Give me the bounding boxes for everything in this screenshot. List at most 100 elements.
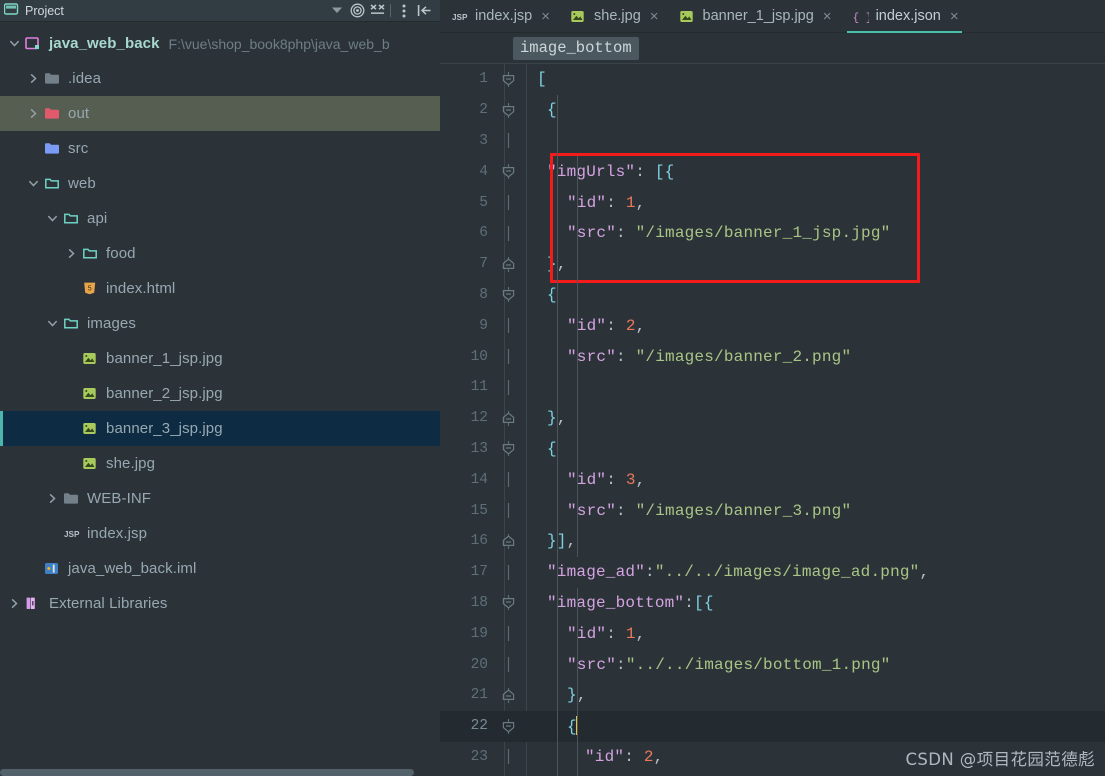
- hide-panel-icon[interactable]: [414, 1, 434, 21]
- code-line[interactable]: 3: [440, 126, 1105, 157]
- code-line[interactable]: 16}],: [440, 526, 1105, 557]
- chevron-down-icon[interactable]: [25, 179, 41, 188]
- code-line[interactable]: 5 "id": 1,: [440, 187, 1105, 218]
- code-text[interactable]: "image_bottom":[{: [519, 594, 714, 612]
- code-line[interactable]: 21},: [440, 680, 1105, 711]
- tab-close-icon[interactable]: ×: [541, 9, 550, 24]
- more-options-icon[interactable]: [394, 1, 414, 21]
- tree-item-external-libraries[interactable]: External Libraries: [0, 586, 440, 621]
- tree-item-banner-2-jsp-jpg[interactable]: banner_2_jsp.jpg: [0, 376, 440, 411]
- code-line[interactable]: 15 "src": "/images/banner_3.png": [440, 495, 1105, 526]
- code-text[interactable]: "src":"../../images/bottom_1.png": [519, 656, 890, 674]
- code-text[interactable]: [: [519, 70, 547, 88]
- breadcrumb-item-image-bottom[interactable]: image_bottom: [513, 36, 639, 60]
- tree-item-src[interactable]: src: [0, 131, 440, 166]
- tree-item-web-inf[interactable]: WEB-INF: [0, 481, 440, 516]
- code-line[interactable]: 24"src":"../../images/bottom_2.png": [440, 772, 1105, 776]
- code-line[interactable]: 18 "image_bottom":[{: [440, 588, 1105, 619]
- project-dropdown-icon[interactable]: [327, 1, 347, 21]
- code-line[interactable]: 9 "id": 2,: [440, 310, 1105, 341]
- chevron-right-icon[interactable]: [6, 599, 22, 608]
- fold-open-icon[interactable]: [497, 441, 519, 457]
- code-text[interactable]: "id": 2,: [519, 317, 645, 335]
- project-horizontal-scrollbar[interactable]: [0, 767, 440, 776]
- chevron-down-icon[interactable]: [44, 319, 60, 328]
- code-text[interactable]: }],: [519, 532, 576, 550]
- chevron-right-icon[interactable]: [63, 249, 79, 258]
- tree-item-index-html[interactable]: 5 index.html: [0, 271, 440, 306]
- code-line[interactable]: 7},: [440, 249, 1105, 280]
- editor-tab-she-jpg[interactable]: she.jpg ×: [559, 0, 668, 32]
- tree-item-images[interactable]: images: [0, 306, 440, 341]
- code-lines[interactable]: 1[2{3 4 "imgUrls": [{5 "id": 1, 6 "src": "/im…: [440, 64, 1105, 776]
- code-line[interactable]: 14 "id": 3,: [440, 464, 1105, 495]
- locate-target-icon[interactable]: [347, 1, 367, 21]
- code-text[interactable]: "id": 1,: [519, 194, 645, 212]
- code-text[interactable]: },: [519, 409, 567, 427]
- project-tree[interactable]: java_web_back F:\vue\shop_book8php\java_w…: [0, 22, 440, 621]
- code-line[interactable]: 12},: [440, 403, 1105, 434]
- chevron-down-icon[interactable]: [6, 39, 22, 48]
- fold-open-icon[interactable]: [497, 71, 519, 87]
- chevron-down-icon[interactable]: [44, 214, 60, 223]
- code-line[interactable]: 10 "src": "/images/banner_2.png": [440, 341, 1105, 372]
- editor-tab-bar[interactable]: JSP index.jsp × she.jpg × banner_1_jsp.jpg ×{ …: [440, 0, 1105, 33]
- tree-item-idea[interactable]: .idea: [0, 61, 440, 96]
- fold-close-icon[interactable]: [497, 256, 519, 272]
- fold-open-icon[interactable]: [497, 102, 519, 118]
- fold-open-icon[interactable]: [497, 164, 519, 180]
- fold-close-icon[interactable]: [497, 687, 519, 703]
- code-line[interactable]: 19 "id": 1,: [440, 618, 1105, 649]
- fold-close-icon[interactable]: [497, 533, 519, 549]
- tab-close-icon[interactable]: ×: [650, 9, 659, 24]
- tree-item-banner-3-jsp-jpg[interactable]: banner_3_jsp.jpg: [0, 411, 440, 446]
- chevron-right-icon[interactable]: [25, 74, 41, 83]
- chevron-right-icon[interactable]: [25, 109, 41, 118]
- tree-item-she-jpg[interactable]: she.jpg: [0, 446, 440, 481]
- code-text[interactable]: "src": "/images/banner_2.png": [519, 348, 851, 366]
- tree-item-web[interactable]: web: [0, 166, 440, 201]
- code-text[interactable]: "image_ad":"../../images/image_ad.png",: [519, 563, 929, 581]
- project-panel-title-group[interactable]: Project: [3, 2, 64, 19]
- code-text[interactable]: },: [519, 255, 567, 273]
- code-line[interactable]: 2{: [440, 95, 1105, 126]
- code-line[interactable]: 17 "image_ad":"../../images/image_ad.png"…: [440, 557, 1105, 588]
- collapse-all-icon[interactable]: [367, 1, 387, 21]
- editor-tab-index-jsp[interactable]: JSP index.jsp ×: [440, 0, 559, 32]
- tree-item-banner-1-jsp-jpg[interactable]: banner_1_jsp.jpg: [0, 341, 440, 376]
- code-text[interactable]: "src": "/images/banner_3.png": [519, 502, 851, 520]
- tree-item-java-web-back-iml[interactable]: java_web_back.iml: [0, 551, 440, 586]
- code-text[interactable]: {: [519, 286, 557, 304]
- tree-item-index-jsp[interactable]: JSP index.jsp: [0, 516, 440, 551]
- code-line[interactable]: 22 {: [440, 710, 1105, 742]
- code-line[interactable]: 6 "src": "/images/banner_1_jsp.jpg": [440, 218, 1105, 249]
- code-line[interactable]: 13 {: [440, 434, 1105, 465]
- code-text[interactable]: {: [519, 716, 578, 736]
- fold-open-icon[interactable]: [497, 718, 519, 734]
- tab-close-icon[interactable]: ×: [950, 9, 959, 24]
- fold-open-icon[interactable]: [497, 287, 519, 303]
- tree-item-out[interactable]: out: [0, 96, 440, 131]
- code-line[interactable]: 1[: [440, 64, 1105, 95]
- code-text[interactable]: "id": 2,: [519, 748, 663, 766]
- code-line[interactable]: 4 "imgUrls": [{: [440, 156, 1105, 187]
- code-line[interactable]: 11: [440, 372, 1105, 403]
- tree-item-java-web-back[interactable]: java_web_back F:\vue\shop_book8php\java_w…: [0, 26, 440, 61]
- editor-tab-banner-1-jsp-jpg[interactable]: banner_1_jsp.jpg ×: [668, 0, 841, 32]
- code-text[interactable]: {: [519, 101, 557, 119]
- tab-close-icon[interactable]: ×: [823, 9, 832, 24]
- fold-open-icon[interactable]: [497, 595, 519, 611]
- code-text[interactable]: "id": 1,: [519, 625, 645, 643]
- code-line[interactable]: 20 "src":"../../images/bottom_1.png": [440, 649, 1105, 680]
- tree-item-api[interactable]: api: [0, 201, 440, 236]
- code-editor[interactable]: 1[2{3 4 "imgUrls": [{5 "id": 1, 6 "src": "/im…: [440, 64, 1105, 776]
- code-text[interactable]: "imgUrls": [{: [519, 163, 674, 181]
- scrollbar-thumb[interactable]: [0, 769, 414, 776]
- tree-item-food[interactable]: food: [0, 236, 440, 271]
- code-text[interactable]: "src": "/images/banner_1_jsp.jpg": [519, 224, 890, 242]
- code-text[interactable]: "id": 3,: [519, 471, 645, 489]
- fold-close-icon[interactable]: [497, 410, 519, 426]
- code-line[interactable]: 8{: [440, 280, 1105, 311]
- editor-tab-index-json[interactable]: { } index.json ×: [841, 0, 968, 33]
- code-text[interactable]: {: [519, 440, 557, 458]
